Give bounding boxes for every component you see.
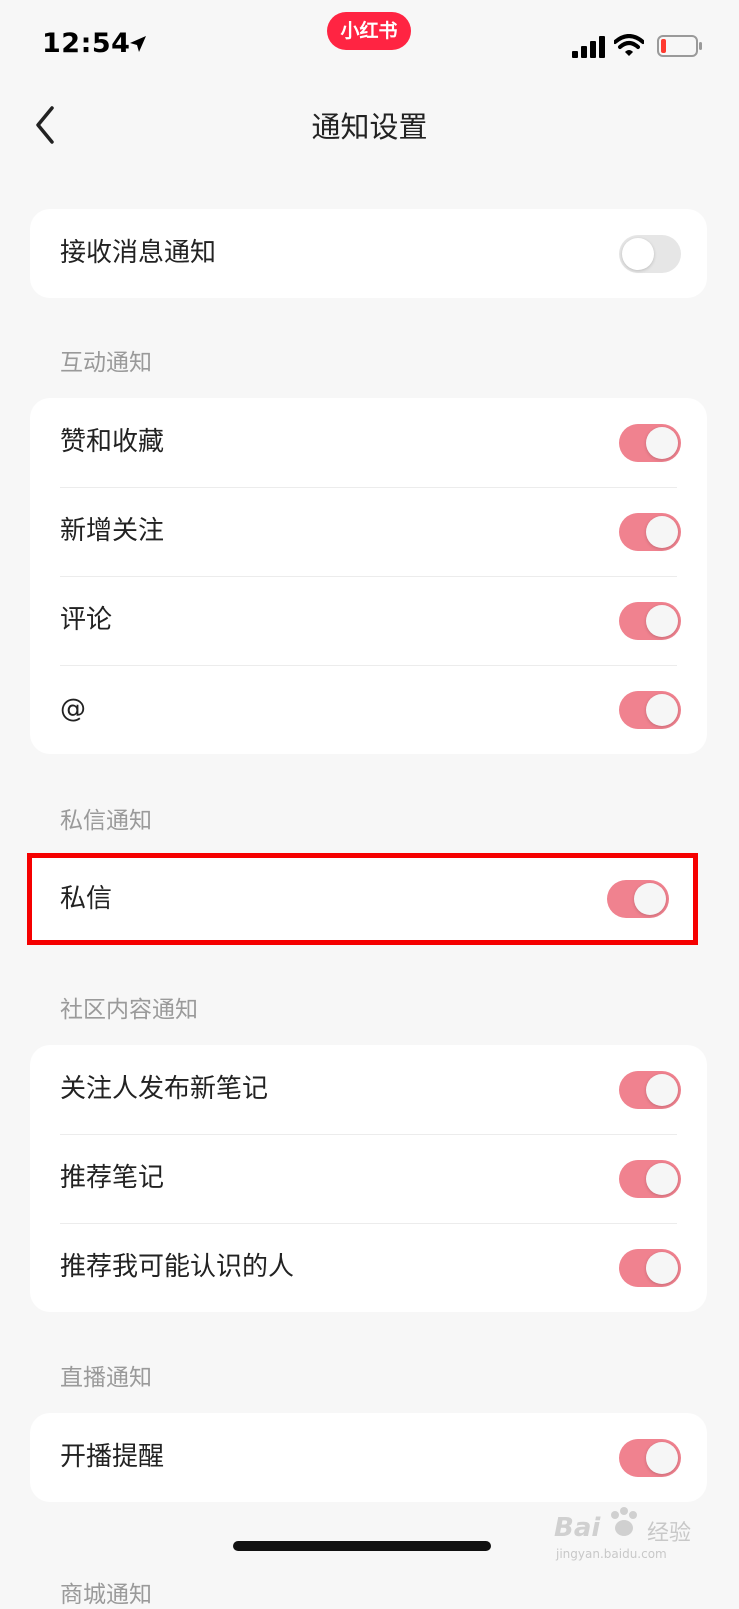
status-bar: 12:54 小红书: [0, 0, 739, 90]
row-label: 新增关注: [60, 516, 165, 546]
battery-low-icon: [657, 35, 702, 57]
home-indicator[interactable]: [233, 1541, 491, 1551]
cellular-signal-icon: [572, 36, 605, 58]
live-card: 开播提醒: [30, 1413, 707, 1502]
row-label: 关注人发布新笔记: [60, 1074, 269, 1104]
row-label: 赞和收藏: [60, 427, 165, 457]
settings-row-mentions[interactable]: @: [30, 665, 707, 754]
toggle-knob: [646, 1442, 678, 1474]
row-label: @: [60, 694, 86, 724]
toggle-switch[interactable]: [619, 235, 681, 273]
wifi-icon: [614, 34, 644, 56]
toggle-switch[interactable]: [607, 880, 669, 918]
row-label: 评论: [60, 605, 113, 635]
toggle-switch[interactable]: [619, 691, 681, 729]
row-label: 开播提醒: [60, 1442, 165, 1472]
baidu-jingyan-watermark: Bai 经验 jingyan.baidu.com: [552, 1505, 702, 1565]
row-label: 接收消息通知: [60, 238, 217, 268]
settings-row-live-reminder[interactable]: 开播提醒: [30, 1413, 707, 1502]
highlighted-messages-row[interactable]: 私信: [27, 853, 698, 945]
settings-row-recommended-notes[interactable]: 推荐笔记: [30, 1134, 707, 1223]
toggle-knob: [622, 238, 654, 270]
toggle-switch[interactable]: [619, 1439, 681, 1477]
nav-bar: 通知设置: [0, 90, 739, 160]
app-brand-badge: 小红书: [327, 12, 411, 50]
status-time: 12:54: [42, 28, 131, 59]
location-arrow-icon: [130, 36, 146, 52]
interaction-card: 赞和收藏 新增关注 评论 @: [30, 398, 707, 754]
toggle-switch[interactable]: [619, 1249, 681, 1287]
toggle-knob: [646, 427, 678, 459]
toggle-knob: [646, 1252, 678, 1284]
toggle-switch[interactable]: [619, 424, 681, 462]
row-label: 私信: [60, 884, 113, 914]
toggle-switch[interactable]: [619, 1071, 681, 1109]
toggle-knob: [646, 516, 678, 548]
master-notification-card: 接收消息通知: [30, 209, 707, 298]
toggle-knob: [646, 605, 678, 637]
toggle-knob: [634, 883, 666, 915]
community-card: 关注人发布新笔记 推荐笔记 推荐我可能认识的人: [30, 1045, 707, 1312]
settings-row-people-you-may-know[interactable]: 推荐我可能认识的人: [30, 1223, 707, 1312]
settings-row-likes[interactable]: 赞和收藏: [30, 398, 707, 487]
settings-row-followed-new-notes[interactable]: 关注人发布新笔记: [30, 1045, 707, 1134]
section-header-messages: 私信通知: [60, 808, 152, 834]
watermark-url: jingyan.baidu.com: [556, 1547, 667, 1561]
row-label: 推荐笔记: [60, 1163, 165, 1193]
section-header-mall: 商城通知: [60, 1582, 152, 1608]
page-title: 通知设置: [311, 110, 428, 144]
toggle-switch[interactable]: [619, 1160, 681, 1198]
toggle-switch[interactable]: [619, 513, 681, 551]
toggle-knob: [646, 694, 678, 726]
watermark-text-cn: 经验: [647, 1521, 692, 1546]
paw-icon: [611, 1507, 637, 1536]
watermark-text: Bai: [554, 1513, 601, 1543]
settings-row-receive-notifications[interactable]: 接收消息通知: [30, 209, 707, 298]
section-header-live: 直播通知: [60, 1365, 152, 1391]
section-header-interaction: 互动通知: [60, 350, 152, 376]
settings-row-comments[interactable]: 评论: [30, 576, 707, 665]
row-label: 推荐我可能认识的人: [60, 1252, 295, 1282]
toggle-knob: [646, 1074, 678, 1106]
settings-row-new-followers[interactable]: 新增关注: [30, 487, 707, 576]
section-header-community: 社区内容通知: [60, 997, 198, 1023]
toggle-switch[interactable]: [619, 602, 681, 640]
toggle-knob: [646, 1163, 678, 1195]
